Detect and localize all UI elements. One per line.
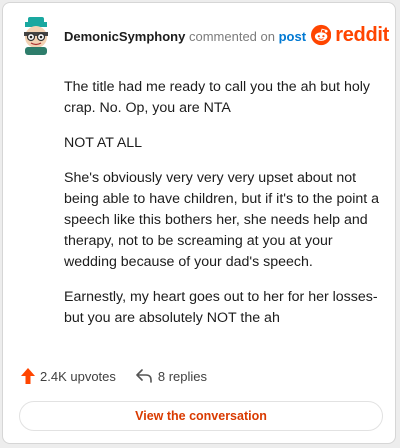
reply-arrow-icon [136, 369, 152, 383]
view-conversation-button[interactable]: View the conversation [19, 401, 383, 431]
username[interactable]: DemonicSymphony [64, 29, 185, 44]
reddit-snoo-icon [311, 24, 332, 46]
reply-count: 8 replies [157, 368, 208, 384]
upvote-count: 2.4K upvotes [40, 368, 116, 384]
comment-paragraph: NOT AT ALL [64, 135, 143, 151]
comment-body: The title had me ready to call you the a… [64, 77, 382, 343]
upvote-arrow-icon [21, 368, 35, 384]
replies-button[interactable]: 8 replies [136, 369, 207, 384]
comment-paragraph: The title had me ready to call you the a… [64, 79, 371, 116]
upvote-button[interactable]: 2.4K upvotes [21, 368, 116, 384]
avatar[interactable] [19, 17, 53, 55]
reddit-wordmark: reddit [335, 23, 389, 46]
comment-header: DemonicSymphony commented on post [64, 29, 306, 44]
comment-card: DemonicSymphony commented on post reddit… [2, 2, 396, 444]
post-link[interactable]: post [279, 29, 306, 44]
action-text: commented on [188, 29, 275, 44]
reddit-logo[interactable]: reddit [311, 22, 389, 48]
comment-paragraph: She's obviously very very very upset abo… [64, 170, 380, 270]
comment-footer: 2.4K upvotes 8 replies [21, 368, 207, 384]
comment-paragraph: Earnestly, my heart goes out to her for … [64, 289, 378, 326]
